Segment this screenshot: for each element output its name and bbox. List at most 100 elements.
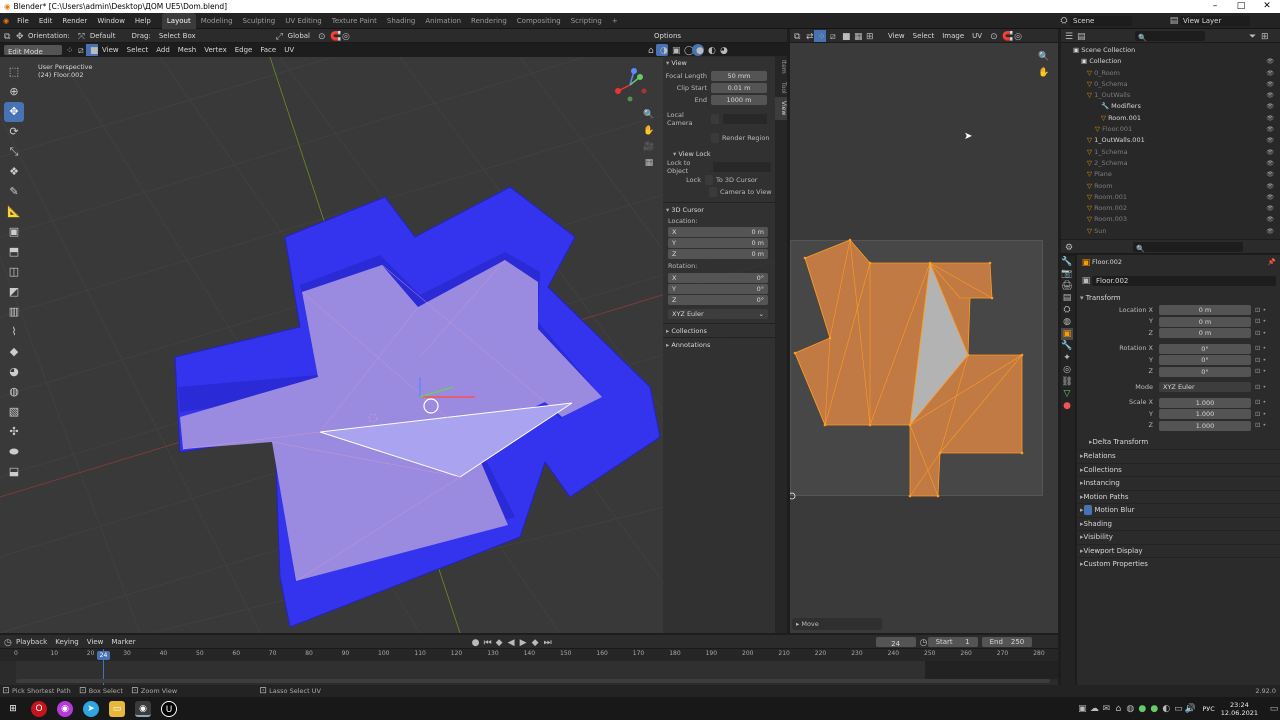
menu-file[interactable]: File <box>12 13 34 29</box>
measure-tool-icon[interactable]: 📐 <box>4 202 24 222</box>
cursor-loc-y[interactable]: Y0 m <box>668 238 768 248</box>
options-dropdown[interactable]: Options <box>650 29 685 43</box>
visibility-eye-icon[interactable]: 👁 <box>1266 90 1274 101</box>
transform-scale-x-field[interactable]: 1.000 <box>1159 397 1251 408</box>
visibility-eye-icon[interactable]: 👁 <box>1266 214 1274 225</box>
grid-toggle-icon[interactable]: ▦ <box>643 157 655 169</box>
rip-tool-icon[interactable]: ⬓ <box>4 462 24 482</box>
cursor-loc-x[interactable]: X0 m <box>668 227 768 237</box>
uv-proportional-icon[interactable]: ◎ <box>1010 30 1022 42</box>
timeline-track-area[interactable] <box>16 661 1050 679</box>
viewport-menu-uv[interactable]: UV <box>280 43 298 57</box>
uv-menu-select[interactable]: Select <box>909 29 939 43</box>
keyframe-icon[interactable]: ⊡ • <box>1255 382 1266 393</box>
focal-length-field[interactable]: 50 mm <box>711 70 767 81</box>
clock[interactable]: 23:24 12.06.2021 <box>1221 701 1258 717</box>
transform-rot-x-field[interactable]: 0° <box>1159 343 1251 354</box>
object-tab-icon[interactable]: ▣ <box>1061 328 1073 340</box>
next-keyframe-icon[interactable]: ◆ <box>528 636 540 648</box>
visibility-eye-icon[interactable]: 👁 <box>1266 101 1274 112</box>
sidebar-tab-view[interactable]: View <box>775 97 787 120</box>
menu-render[interactable]: Render <box>57 13 92 29</box>
outliner-filter-icon[interactable]: ⏷ <box>1245 30 1257 42</box>
clip-end-field[interactable]: 1000 m <box>711 94 767 105</box>
keyframe-icon[interactable]: ⊡ • <box>1255 420 1266 431</box>
tray-icon-4[interactable]: ⌂ <box>1112 703 1124 715</box>
visibility-eye-icon[interactable]: 👁 <box>1266 203 1274 214</box>
panel-header[interactable]: ▸ Motion Blur <box>1077 503 1280 517</box>
outliner-item[interactable]: ▽ Room.003 👁 <box>1061 214 1280 225</box>
xray-icon[interactable]: ▣ <box>668 44 681 56</box>
panel-header[interactable]: ▸ Instancing <box>1077 476 1280 490</box>
end-frame-field[interactable]: End 250 <box>981 636 1032 647</box>
playhead-frame-badge[interactable]: 24 <box>97 651 110 660</box>
transform-scale-z-field[interactable]: 1.000 <box>1159 420 1251 431</box>
object-name-field[interactable]: Floor.002 <box>1092 275 1276 286</box>
transform-loc-z-field[interactable]: 0 m <box>1159 328 1251 339</box>
data-tab-icon[interactable]: ▽ <box>1061 388 1073 400</box>
to-cursor-checkbox[interactable] <box>705 174 713 185</box>
mode-dropdown[interactable]: Edit Mode <box>4 45 62 56</box>
extrude-tool-icon[interactable]: ⬒ <box>4 242 24 262</box>
timeline-scrollbar[interactable] <box>16 679 1050 683</box>
scene-name[interactable]: Scene <box>1070 16 1132 26</box>
transform-rot-y-field[interactable]: 0° <box>1159 355 1251 366</box>
last-operator-panel[interactable]: ▸ Move <box>792 618 882 630</box>
world-tab-icon[interactable]: ◍ <box>1061 316 1073 328</box>
uv-menu-view[interactable]: View <box>884 29 909 43</box>
minimize-button[interactable]: – <box>1202 0 1228 13</box>
visibility-eye-icon[interactable]: 👁 <box>1266 226 1274 237</box>
tab-scripting[interactable]: Scripting <box>566 13 607 29</box>
view-layer-tab-icon[interactable]: ▤ <box>1061 292 1073 304</box>
panel-header[interactable]: ▸ Visibility <box>1077 530 1280 544</box>
outliner-item[interactable]: ▽ 1_OutWalls 👁 <box>1061 90 1280 101</box>
uv-vertex-mode-icon[interactable]: ⁘ <box>814 29 826 42</box>
add-cube-tool-icon[interactable]: ▣ <box>4 222 24 242</box>
visibility-eye-icon[interactable]: 👁 <box>1266 79 1274 90</box>
visibility-eye-icon[interactable]: 👁 <box>1266 56 1274 67</box>
cursor-loc-z[interactable]: Z0 m <box>668 249 768 259</box>
motion-blur-checkbox[interactable] <box>1083 505 1092 516</box>
viewport-menu-face[interactable]: Face <box>256 43 280 57</box>
uv-face-mode-icon[interactable]: ■ <box>838 30 851 42</box>
keyframe-icon[interactable]: ⊡ • <box>1255 366 1266 377</box>
file-explorer-icon[interactable]: ▭ <box>109 700 125 717</box>
tray-icon-1[interactable]: ▣ <box>1076 703 1088 715</box>
transform-rot-z-field[interactable]: 0° <box>1159 366 1251 377</box>
output-tab-icon[interactable]: 🖨 <box>1061 280 1073 292</box>
viewport-menu-mesh[interactable]: Mesh <box>174 43 200 57</box>
clip-start-field[interactable]: 0.01 m <box>711 82 767 93</box>
modifier-tab-icon[interactable]: 🔧 <box>1061 340 1073 352</box>
tab-modeling[interactable]: Modeling <box>196 13 238 29</box>
camera-to-view-checkbox[interactable] <box>709 186 717 197</box>
cursor-rot-x[interactable]: X 0° <box>668 273 768 283</box>
visibility-eye-icon[interactable]: 👁 <box>1266 192 1274 203</box>
uv-island-mode-icon[interactable]: ▦ <box>850 30 863 42</box>
windows-start-icon[interactable]: ⊞ <box>5 701 21 717</box>
outliner-item[interactable]: ▽ 1_OutWalls.001 👁 <box>1061 135 1280 146</box>
outliner-item[interactable]: ▽ Room.001 👁 <box>1061 192 1280 203</box>
transform-mode-field[interactable]: XYZ Euler <box>1159 382 1251 393</box>
uv-edge-mode-icon[interactable]: ⧄ <box>826 30 838 42</box>
vertex-select-icon[interactable]: ⁘ <box>62 44 74 56</box>
visibility-eye-icon[interactable]: 👁 <box>1266 113 1274 124</box>
keyframe-icon[interactable]: ⊡ • <box>1255 355 1266 366</box>
tab-texture-paint[interactable]: Texture Paint <box>327 13 382 29</box>
shrink-tool-icon[interactable]: ✣ <box>4 422 24 442</box>
blender-taskbar-icon[interactable]: ◉ <box>135 700 151 717</box>
record-icon[interactable]: ● <box>468 636 480 648</box>
outliner-type-icon[interactable]: ☰ <box>1061 30 1073 42</box>
panel-header[interactable]: ▸ Viewport Display <box>1077 543 1280 558</box>
bevel-tool-icon[interactable]: ◩ <box>4 282 24 302</box>
visibility-eye-icon[interactable]: 👁 <box>1266 169 1274 180</box>
camera-icon[interactable]: 🎥 <box>643 141 655 153</box>
editor-type-icon[interactable]: ⧉ <box>0 30 12 42</box>
annotations-panel-header[interactable]: ▸ Annotations <box>663 337 775 351</box>
outliner-item[interactable]: ▽ 0_Room 👁 <box>1061 68 1280 79</box>
outliner-scene-collection[interactable]: ▣ Scene Collection <box>1061 45 1280 56</box>
menu-window[interactable]: Window <box>92 13 130 29</box>
cursor-tool-icon[interactable]: ⊕ <box>4 82 24 102</box>
timeline-menu-view[interactable]: View <box>83 635 108 649</box>
scene-tab-icon[interactable]: ⛭ <box>1061 304 1073 316</box>
transform-scale-y-field[interactable]: 1.000 <box>1159 409 1251 420</box>
